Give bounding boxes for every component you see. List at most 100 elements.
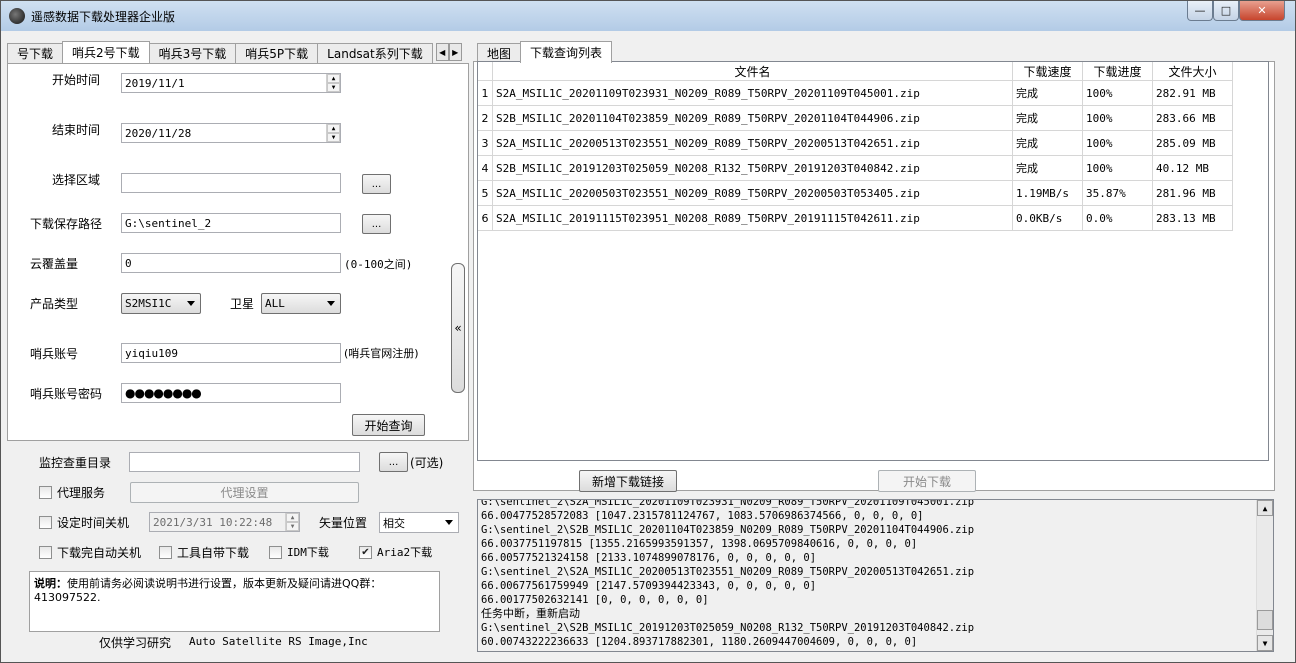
close-button[interactable]: ✕ xyxy=(1239,1,1285,21)
shutdown-time-spinner[interactable]: ▲ ▼ xyxy=(285,513,299,531)
progress-cell[interactable]: 100% xyxy=(1083,81,1153,106)
account-label: 哨兵账号 xyxy=(30,347,79,361)
scroll-up-icon[interactable]: ▲ xyxy=(1257,500,1273,516)
size-cell[interactable]: 281.96 MB xyxy=(1153,181,1233,206)
table-row[interactable]: 3 S2A_MSIL1C_20200513T023551_N0209_R089_… xyxy=(478,131,1233,156)
spin-down-icon[interactable]: ▼ xyxy=(327,133,340,142)
spin-up-icon[interactable]: ▲ xyxy=(286,513,299,522)
table-row[interactable]: 1 S2A_MSIL1C_20201109T023931_N0209_R089_… xyxy=(478,81,1233,106)
collapse-panel-button[interactable]: « xyxy=(451,263,465,393)
log-output[interactable]: G:\sentinel_2\S2A_MSIL1C_20201109T023931… xyxy=(477,499,1274,652)
vector-position-label: 矢量位置 xyxy=(319,516,368,530)
progress-cell[interactable]: 0.0% xyxy=(1083,206,1153,231)
size-cell[interactable]: 40.12 MB xyxy=(1153,156,1233,181)
log-line: 60.00743222236633 [1204.893717882301, 11… xyxy=(481,636,918,648)
progress-cell[interactable]: 100% xyxy=(1083,131,1153,156)
tab-scroll-left-icon[interactable]: ◀ xyxy=(435,43,449,61)
save-path-browse-button[interactable]: ... xyxy=(362,214,391,234)
proxy-checkbox[interactable]: 代理服务 xyxy=(39,484,105,501)
maximize-button[interactable]: □ xyxy=(1213,1,1239,21)
speed-cell[interactable]: 1.19MB/s xyxy=(1013,181,1083,206)
progress-cell[interactable]: 35.87% xyxy=(1083,181,1153,206)
tab-sentinel2[interactable]: 哨兵2号下载 xyxy=(62,41,150,63)
region-input[interactable] xyxy=(121,173,341,193)
log-line: 66.00577521324158 [2133.1074899078176, 0… xyxy=(481,552,817,564)
add-download-link-button[interactable]: 新增下载链接 xyxy=(579,470,677,492)
start-query-button[interactable]: 开始查询 xyxy=(352,414,425,436)
table-row[interactable]: 6 S2A_MSIL1C_20191115T023951_N0208_R089_… xyxy=(478,206,1233,231)
tab-download-list[interactable]: 下载查询列表 xyxy=(520,41,613,63)
file-name-cell[interactable]: S2A_MSIL1C_20200503T023551_N0209_R089_T5… xyxy=(493,181,1013,206)
progress-cell[interactable]: 100% xyxy=(1083,106,1153,131)
scroll-down-icon[interactable]: ▼ xyxy=(1257,635,1273,651)
table-row[interactable]: 5 S2A_MSIL1C_20200503T023551_N0209_R089_… xyxy=(478,181,1233,206)
size-cell[interactable]: 282.91 MB xyxy=(1153,81,1233,106)
client-area: 号下载 哨兵2号下载 哨兵3号下载 哨兵5P下载 Landsat系列下载 ◀ ▶… xyxy=(5,31,1293,660)
start-time-picker[interactable]: 2019/11/1 ▲ ▼ xyxy=(121,73,341,93)
speed-cell[interactable]: 0.0KB/s xyxy=(1013,206,1083,231)
start-download-button[interactable]: 开始下载 xyxy=(878,470,976,492)
progress-cell[interactable]: 100% xyxy=(1083,156,1153,181)
proxy-settings-button[interactable]: 代理设置 xyxy=(130,482,359,503)
monitor-dir-input[interactable] xyxy=(129,452,360,472)
col-speed-header[interactable]: 下载速度 xyxy=(1013,62,1083,81)
file-name-cell[interactable]: S2A_MSIL1C_20200513T023551_N0209_R089_T5… xyxy=(493,131,1013,156)
aria2-download-checkbox[interactable]: ✔ Aria2下载 xyxy=(359,544,432,560)
product-type-select[interactable]: S2MSI1C xyxy=(121,293,201,314)
col-size-header[interactable]: 文件大小 xyxy=(1153,62,1233,81)
checkbox-box[interactable] xyxy=(39,516,52,529)
file-name-cell[interactable]: S2A_MSIL1C_20191115T023951_N0208_R089_T5… xyxy=(493,206,1013,231)
checkbox-box[interactable] xyxy=(39,546,52,559)
log-line: 66.00477528572083 [1047.2315781124767, 1… xyxy=(481,510,924,522)
spin-down-icon[interactable]: ▼ xyxy=(327,83,340,92)
title-bar: 遥感数据下载处理器企业版 — □ ✕ xyxy=(1,1,1295,31)
file-name-cell[interactable]: S2B_MSIL1C_20191203T025059_N0208_R132_T5… xyxy=(493,156,1013,181)
col-progress-header[interactable]: 下载进度 xyxy=(1083,62,1153,81)
size-cell[interactable]: 285.09 MB xyxy=(1153,131,1233,156)
auto-shutdown-checkbox[interactable]: 下载完自动关机 xyxy=(39,544,141,561)
idm-download-checkbox[interactable]: IDM下载 xyxy=(269,544,329,560)
speed-cell[interactable]: 完成 xyxy=(1013,81,1083,106)
start-time-spinner[interactable]: ▲ ▼ xyxy=(326,74,340,92)
table-row[interactable]: 2 S2B_MSIL1C_20201104T023859_N0209_R089_… xyxy=(478,106,1233,131)
tab-landsat[interactable]: Landsat系列下载 xyxy=(317,43,433,63)
checkmark-icon[interactable]: ✔ xyxy=(359,545,372,559)
tab-map[interactable]: 地图 xyxy=(477,43,522,63)
speed-cell[interactable]: 完成 xyxy=(1013,131,1083,156)
tab-sentinel3[interactable]: 哨兵3号下载 xyxy=(148,43,237,63)
vector-position-select[interactable]: 相交 xyxy=(379,512,459,533)
file-name-cell[interactable]: S2B_MSIL1C_20201104T023859_N0209_R089_T5… xyxy=(493,106,1013,131)
checkbox-box[interactable] xyxy=(39,486,52,499)
table-row[interactable]: 4 S2B_MSIL1C_20191203T025059_N0208_R132_… xyxy=(478,156,1233,181)
size-cell[interactable]: 283.66 MB xyxy=(1153,106,1233,131)
password-input[interactable]: ●●●●●●●● xyxy=(121,383,341,403)
speed-cell[interactable]: 完成 xyxy=(1013,106,1083,131)
checkbox-box[interactable] xyxy=(159,546,172,559)
checkbox-box[interactable] xyxy=(269,545,282,559)
account-input[interactable]: yiqiu109 xyxy=(121,343,341,363)
save-path-input[interactable]: G:\sentinel_2 xyxy=(121,213,341,233)
timed-shutdown-checkbox[interactable]: 设定时间关机 xyxy=(39,514,129,531)
region-browse-button[interactable]: ... xyxy=(362,174,391,194)
download-table[interactable]: 文件名 下载速度 下载进度 文件大小 1 S2A_MSIL1C_20201109… xyxy=(477,61,1269,461)
shutdown-time-picker[interactable]: 2021/3/31 10:22:48 ▲ ▼ xyxy=(149,512,300,532)
scroll-thumb[interactable] xyxy=(1257,610,1273,630)
minimize-button[interactable]: — xyxy=(1187,1,1213,21)
end-time-spinner[interactable]: ▲ ▼ xyxy=(326,124,340,142)
satellite-select[interactable]: ALL xyxy=(261,293,341,314)
tab-scroll-right-icon[interactable]: ▶ xyxy=(448,43,462,61)
end-time-picker[interactable]: 2020/11/28 ▲ ▼ xyxy=(121,123,341,143)
spin-down-icon[interactable]: ▼ xyxy=(286,522,299,531)
log-scrollbar[interactable]: ▲ ▼ xyxy=(1256,500,1273,651)
spin-up-icon[interactable]: ▲ xyxy=(327,124,340,133)
file-name-cell[interactable]: S2A_MSIL1C_20201109T023931_N0209_R089_T5… xyxy=(493,81,1013,106)
size-cell[interactable]: 283.13 MB xyxy=(1153,206,1233,231)
speed-cell[interactable]: 完成 xyxy=(1013,156,1083,181)
monitor-dir-browse-button[interactable]: ... xyxy=(379,452,408,472)
col-filename-header[interactable]: 文件名 xyxy=(493,62,1013,81)
builtin-download-checkbox[interactable]: 工具自带下载 xyxy=(159,544,249,561)
tab-sentinel5p[interactable]: 哨兵5P下载 xyxy=(235,43,319,63)
tab-0[interactable]: 号下载 xyxy=(7,43,64,63)
cloud-input[interactable]: 0 xyxy=(121,253,341,273)
spin-up-icon[interactable]: ▲ xyxy=(327,74,340,83)
